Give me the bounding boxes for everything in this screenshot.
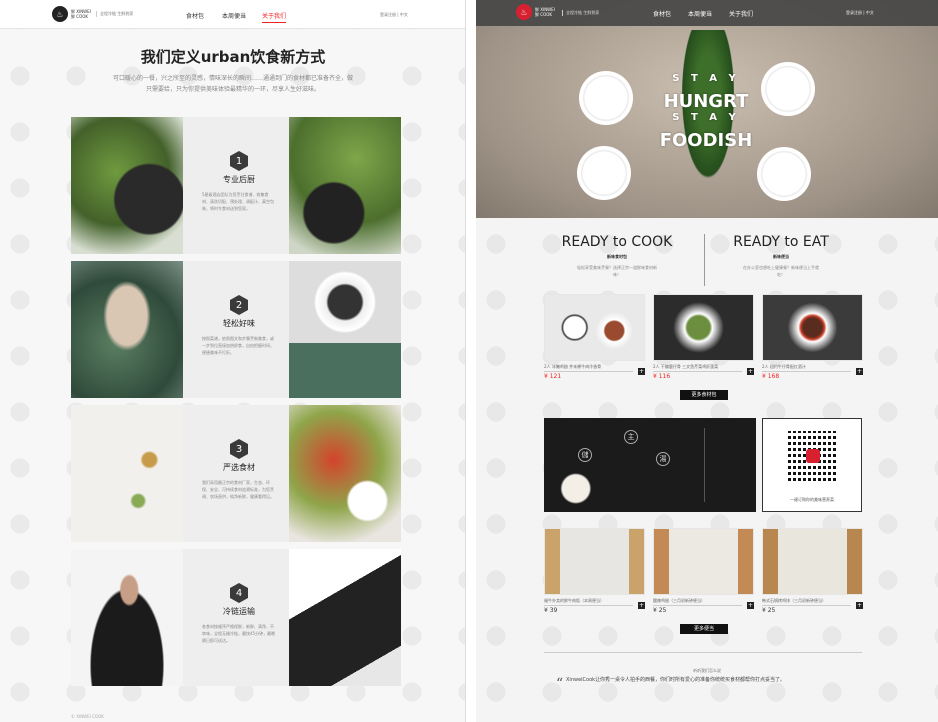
- more-bento-button[interactable]: 更多便当: [680, 624, 728, 634]
- photo-peppercorn-bowl: [289, 261, 401, 398]
- ready-eat-desc: 在办公室也想吃上健康餐？新味便当上手就吃！: [743, 265, 819, 277]
- bento-price-1: ¥ 39: [544, 607, 558, 614]
- number-badge: 1: [230, 151, 248, 171]
- feature-desc: 5星级酒店团队为您烹饪食谱、收集食材、清洗切配、预处理、调配汁、真空包装，将时令…: [202, 192, 274, 211]
- feature-desc: 按照菜谱，依照图文和步骤烹制美食，或一步到位直接加热即食，自由把握时间，便捷美味…: [202, 336, 274, 355]
- feature-card-3: 3 严选食材 我们采用最正宗的食材厂家，生态、环保、安全、可持续食材追溯标准，为…: [183, 405, 295, 542]
- promo-banner[interactable]: 儲 主 湯: [544, 418, 756, 512]
- add-to-cart-button[interactable]: +: [856, 368, 863, 375]
- hero-banner: S T A Y HUNGRT S T A Y FOODISH: [476, 0, 938, 218]
- nav-about-us[interactable]: 关于我们: [262, 11, 287, 23]
- kit-price-2: ¥ 116: [653, 373, 671, 380]
- photo-chef-portrait: [71, 549, 183, 686]
- number-badge: 2: [230, 295, 248, 315]
- kit-photo-1[interactable]: [544, 294, 645, 361]
- about-header: 我们定义urban饮食新方式 可口暖心的一餐，兴之所至的灵感，情味深长的瞬间………: [0, 46, 465, 95]
- kit-name-3[interactable]: 2人 纽约牛仔骨配红酒汁: [762, 364, 806, 370]
- add-to-cart-button[interactable]: +: [856, 602, 863, 609]
- photo-tomato-salad: [289, 405, 401, 542]
- feature-desc: 我们采用最正宗的食材厂家，生态、环保、安全、可持续食材追溯标准，为您烹调、农场直…: [202, 480, 274, 499]
- ready-to-eat[interactable]: READY to EAT 新味便当 在办公室也想吃上健康餐？新味便当上手就吃！: [686, 234, 876, 278]
- feature-title: 专业后厨: [223, 175, 255, 184]
- hero-stay-1: S T A Y: [672, 73, 740, 84]
- ready-cook-title: READY to COOK: [561, 234, 673, 250]
- bento-photo-1[interactable]: [544, 528, 645, 595]
- nav-about-us[interactable]: 关于我们: [729, 9, 753, 18]
- brand-slogan: 全程冷链 生鲜到家: [96, 11, 133, 17]
- logo-badge-icon: [806, 449, 820, 463]
- top-nav: ♨ 鲜 XINWEI 鲜 COOK 全程冷链 生鲜到家 食材包 本周便当 关于我们…: [476, 0, 938, 26]
- login-language-links[interactable]: 登录注册 | 中文: [380, 12, 408, 18]
- testimonial-text: XinweiCook让你秀一桌令人拍手的西餐，你们时所有爱心的准备你统统买食材都…: [566, 677, 786, 683]
- bento-name-2[interactable]: 酸辣鸡翅（三月初新钟便当）: [653, 598, 705, 604]
- kit-photo-3[interactable]: [762, 294, 863, 361]
- brand-slogan: 全程冷链 生鲜到家: [562, 10, 599, 16]
- photo-spice-scatter: [71, 405, 183, 542]
- kit-name-1[interactable]: 2人 冰腌鸡翅 芥末酱牛肉冷香骨: [544, 364, 601, 370]
- hero-foodish: FOODISH: [659, 130, 753, 151]
- feature-title: 轻松好味: [223, 319, 255, 328]
- photo-wok-greens: [71, 117, 183, 254]
- footer-copyright: © XINWEI COOK: [71, 714, 104, 719]
- kit-price-3: ¥ 168: [762, 373, 780, 380]
- quote-icon: “: [556, 676, 564, 692]
- testimonial-label: 听听我们怎么说: [693, 668, 721, 673]
- ready-to-cook[interactable]: READY to COOK 新味食材包 轻松享受美味烹餐？选择正宗一道鲜味食材新…: [522, 234, 712, 278]
- ready-eat-title: READY to EAT: [733, 234, 829, 250]
- top-nav: ♨ 鲜 XINWEI 鲜 COOK 全程冷链 生鲜到家 食材包 本周便当 关于我们…: [0, 0, 465, 29]
- chef-hat-icon: ♨: [516, 4, 532, 20]
- banner-char-1: 儲: [578, 448, 592, 462]
- page-title: 我们定义urban饮食新方式: [140, 48, 326, 66]
- banner-char-3: 湯: [656, 452, 670, 466]
- login-language-links[interactable]: 登录注册 | 中文: [846, 10, 874, 16]
- home-page-panel: S T A Y HUNGRT S T A Y FOODISH ♨ 鲜 XINWE…: [476, 0, 938, 722]
- kit-name-2[interactable]: 2人 干煸鹿仔骨 三文鱼芹菜鸡肝菠菜: [653, 364, 718, 370]
- feature-title: 严选食材: [223, 463, 255, 472]
- bento-price-2: ¥ 25: [653, 607, 667, 614]
- nav-ingredient-kits[interactable]: 食材包: [186, 11, 204, 20]
- more-kits-button[interactable]: 更多食材包: [680, 390, 728, 400]
- nav-ingredient-kits[interactable]: 食材包: [653, 9, 671, 18]
- add-to-cart-button[interactable]: +: [638, 368, 645, 375]
- number-badge: 3: [230, 439, 248, 459]
- bento-photo-2[interactable]: [653, 528, 754, 595]
- site-logo[interactable]: ♨ 鲜 XINWEI 鲜 COOK: [52, 6, 97, 22]
- chef-hat-icon: ♨: [52, 6, 68, 22]
- kit-price-1: ¥ 121: [544, 373, 562, 380]
- bento-photo-3[interactable]: [762, 528, 863, 595]
- feature-card-1: 1 专业后厨 5星级酒店团队为您烹饪食谱、收集食材、清洗切配、预处理、调配汁、真…: [183, 117, 295, 254]
- photo-spatula-greens: [289, 117, 401, 254]
- plate-graphic: [757, 147, 811, 201]
- qr-caption: 一键订购你的美味营养菜: [790, 497, 834, 502]
- feature-card-2: 2 轻松好味 按照菜谱，依照图文和步骤烹制美食，或一步到位直接加热即食，自由把握…: [183, 261, 295, 398]
- kit-photo-2[interactable]: [653, 294, 754, 361]
- banner-char-2: 主: [624, 430, 638, 444]
- bento-name-3[interactable]: 韩式石锅烤鸡排（三月初新钟便当）: [762, 598, 826, 604]
- add-to-cart-button[interactable]: +: [638, 602, 645, 609]
- hero-hungrt: HUNGRT: [663, 91, 749, 112]
- photo-fish-fillet: [71, 261, 183, 398]
- add-to-cart-button[interactable]: +: [747, 368, 754, 375]
- feature-title: 冷链运输: [223, 607, 255, 616]
- plate-graphic: [577, 146, 631, 200]
- about-page-panel: ♨ 鲜 XINWEI 鲜 COOK 全程冷链 生鲜到家 食材包 本周便当 关于我们…: [0, 0, 466, 722]
- nav-weekly-bento[interactable]: 本周便当: [222, 11, 246, 20]
- feature-card-4: 4 冷链运输 各食材按顺序严格保鲜，新鲜、清净、不串味，全程无缝冷链，最快45分…: [183, 549, 295, 686]
- add-to-cart-button[interactable]: +: [747, 602, 754, 609]
- nav-weekly-bento[interactable]: 本周便当: [688, 9, 712, 18]
- site-logo[interactable]: ♨ 鲜 XINWEI 鲜 COOK: [516, 4, 561, 20]
- number-badge: 4: [230, 583, 248, 603]
- ready-cook-desc: 轻松享受美味烹餐？选择正宗一道鲜味食材新味！: [577, 265, 657, 277]
- ready-cook-sub: 新味食材包: [607, 254, 627, 259]
- photo-packaging-box: [289, 549, 401, 686]
- hero-stay-2: S T A Y: [672, 112, 740, 123]
- feature-desc: 各食材按顺序严格保鲜，新鲜、清净、不串味，全程无缝冷链，最快45分钟，最晚隔日即…: [202, 624, 276, 643]
- plate-graphic: [579, 71, 633, 125]
- bento-name-1[interactable]: 福牛外卖的鲜牛肉饭（本周便当）: [544, 598, 604, 604]
- qr-code-card[interactable]: 一键订购你的美味营养菜: [762, 418, 862, 512]
- ready-eat-sub: 新味便当: [773, 254, 789, 259]
- page-intro: 可口暖心的一餐，兴之所至的灵感，情味深长的瞬间……通通到门的食材都已准备齐全，做…: [113, 75, 354, 93]
- bento-price-3: ¥ 25: [762, 607, 776, 614]
